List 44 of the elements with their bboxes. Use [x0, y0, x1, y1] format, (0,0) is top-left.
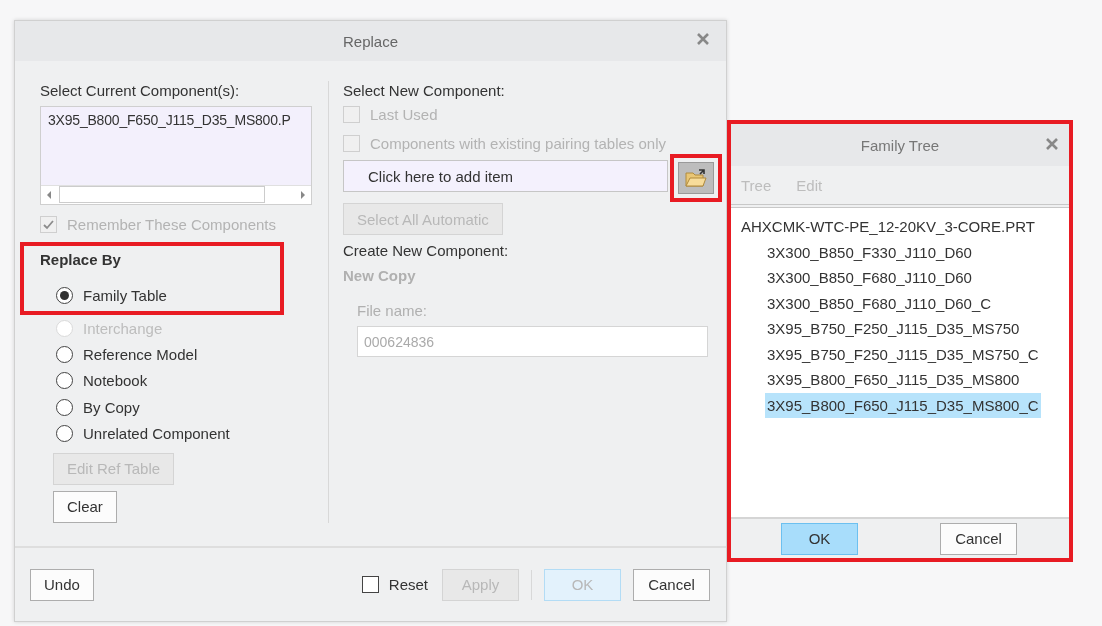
part-list-entry[interactable]: 3X95_B750_F250_J115_D35_MS750	[765, 316, 1022, 342]
part-list-entry[interactable]: 3X300_B850_F680_J110_D60_C	[765, 290, 994, 316]
part-list-entry[interactable]: 3X95_B800_F650_J115_D35_MS800	[765, 367, 1022, 393]
field-label: File name:	[357, 301, 429, 321]
section-label: Select New Component:	[343, 81, 506, 101]
radio-button[interactable]	[56, 398, 73, 416]
dialog-button[interactable]: Cancel	[940, 522, 1017, 555]
radio-button[interactable]	[56, 287, 73, 305]
checkbox-label: Reset	[388, 576, 428, 593]
close-icon[interactable]	[1045, 137, 1059, 151]
section-label: Select Current Component(s):	[40, 81, 241, 101]
group-heading: Replace By	[40, 249, 122, 270]
undo-button[interactable]: Undo	[30, 568, 94, 601]
checkmark-icon	[42, 218, 55, 232]
list-item[interactable]: 3X95_B800_F650_J115_D35_MS800.P	[41, 107, 311, 185]
checkbox-label: Components with existing pairing tables only	[370, 134, 666, 152]
part-list-entry[interactable]: 3X95_B750_F250_J115_D35_MS750_C	[765, 341, 1041, 367]
dialog-button[interactable]: OK	[781, 522, 858, 555]
checkbox-label: Last Used	[370, 105, 438, 123]
window-title: Replace	[342, 32, 398, 50]
dialog-button[interactable]: Cancel	[633, 568, 710, 601]
radio-label: Reference Model	[83, 346, 198, 364]
clear-button[interactable]: Clear	[53, 490, 117, 523]
radio-button[interactable]	[56, 425, 73, 443]
component-list[interactable]: 3X95_B800_F650_J115_D35_MS800.P	[40, 106, 312, 205]
radio-button[interactable]	[56, 346, 73, 364]
checkbox[interactable]	[361, 576, 379, 593]
part-list-entry[interactable]: 3X300_B850_F330_J110_D60	[765, 239, 974, 265]
section-label: Create New Component:	[343, 241, 510, 261]
item-field[interactable]: Click here to add item	[343, 160, 668, 192]
part-list-entry[interactable]: AHXCMK-WTC-PE_12-20KV_3-CORE.PRT	[739, 214, 1037, 240]
radio-label: By Copy	[83, 398, 140, 416]
part-list-entry[interactable]: 3X300_B850_F680_J110_D60	[765, 265, 974, 291]
mode-label: New Copy	[343, 266, 417, 286]
radio-label: Notebook	[83, 372, 148, 390]
horizontal-scrollbar[interactable]	[41, 184, 311, 204]
radio-button[interactable]	[56, 372, 73, 390]
part-list-entry[interactable]: 3X95_B800_F650_J115_D35_MS800_C	[765, 392, 1041, 418]
checkbox-label: Remember These Components	[67, 216, 276, 234]
browse-button[interactable]	[678, 162, 714, 194]
radio-label: Unrelated Component	[83, 425, 230, 443]
window-title: Family Tree	[860, 136, 940, 154]
folder-icon	[684, 167, 708, 189]
radio-label: Family Table	[83, 287, 167, 305]
